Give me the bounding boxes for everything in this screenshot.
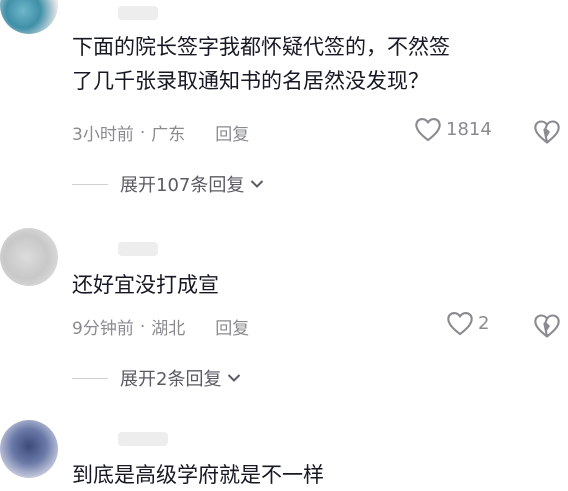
comment-meta: 9分钟前 · 湖北 回复 — [72, 314, 249, 340]
chevron-down-icon — [251, 180, 264, 188]
divider-line — [72, 183, 108, 185]
heart-outline-icon — [415, 118, 441, 142]
reply-button[interactable]: 回复 — [215, 120, 249, 145]
like-button[interactable]: 2 — [446, 310, 489, 336]
avatar[interactable] — [0, 228, 58, 286]
like-count: 2 — [478, 312, 490, 334]
expand-label: 展开2条回复 — [120, 369, 222, 390]
comment-location: 广东 — [151, 125, 186, 145]
username-redacted — [118, 432, 168, 446]
broken-heart-icon[interactable] — [533, 312, 561, 340]
comment-text: 下面的院长签字我都怀疑代签的，不然签 了几千张录取通知书的名居然没发现？ — [72, 30, 450, 98]
comment-text: 到底是高级学府就是不一样 — [72, 458, 324, 491]
reply-button[interactable]: 回复 — [215, 314, 249, 339]
comment-text-line: 了几千张录取通知书的名居然没发现？ — [72, 69, 429, 93]
comment-meta: 3小时前 · 广东 回复 — [72, 120, 249, 146]
meta-separator: · — [139, 122, 146, 143]
comment-location: 湖北 — [151, 319, 186, 339]
comment-text-line: 还好宜没打成宣 — [72, 273, 219, 297]
chevron-down-icon — [228, 374, 241, 382]
broken-heart-icon[interactable] — [533, 118, 561, 146]
like-count: 1814 — [446, 118, 492, 140]
comment-time: 3小时前 — [72, 125, 134, 145]
avatar[interactable] — [0, 0, 58, 34]
expand-label: 展开107条回复 — [120, 175, 245, 196]
comment-text-line: 到底是高级学府就是不一样 — [72, 463, 324, 487]
divider-line — [72, 377, 108, 379]
heart-outline-icon — [447, 312, 473, 336]
username-redacted — [118, 6, 158, 20]
avatar[interactable] — [0, 420, 58, 478]
comment-text: 还好宜没打成宣 — [72, 268, 219, 302]
comment-time: 9分钟前 — [72, 319, 134, 339]
username-redacted — [118, 242, 158, 256]
like-button[interactable]: 1814 — [414, 116, 492, 142]
comment-text-line: 下面的院长签字我都怀疑代签的，不然签 — [72, 35, 450, 59]
expand-replies-button[interactable]: 展开2条回复 — [72, 365, 241, 391]
meta-separator: · — [139, 316, 146, 337]
expand-replies-button[interactable]: 展开107条回复 — [72, 171, 264, 197]
